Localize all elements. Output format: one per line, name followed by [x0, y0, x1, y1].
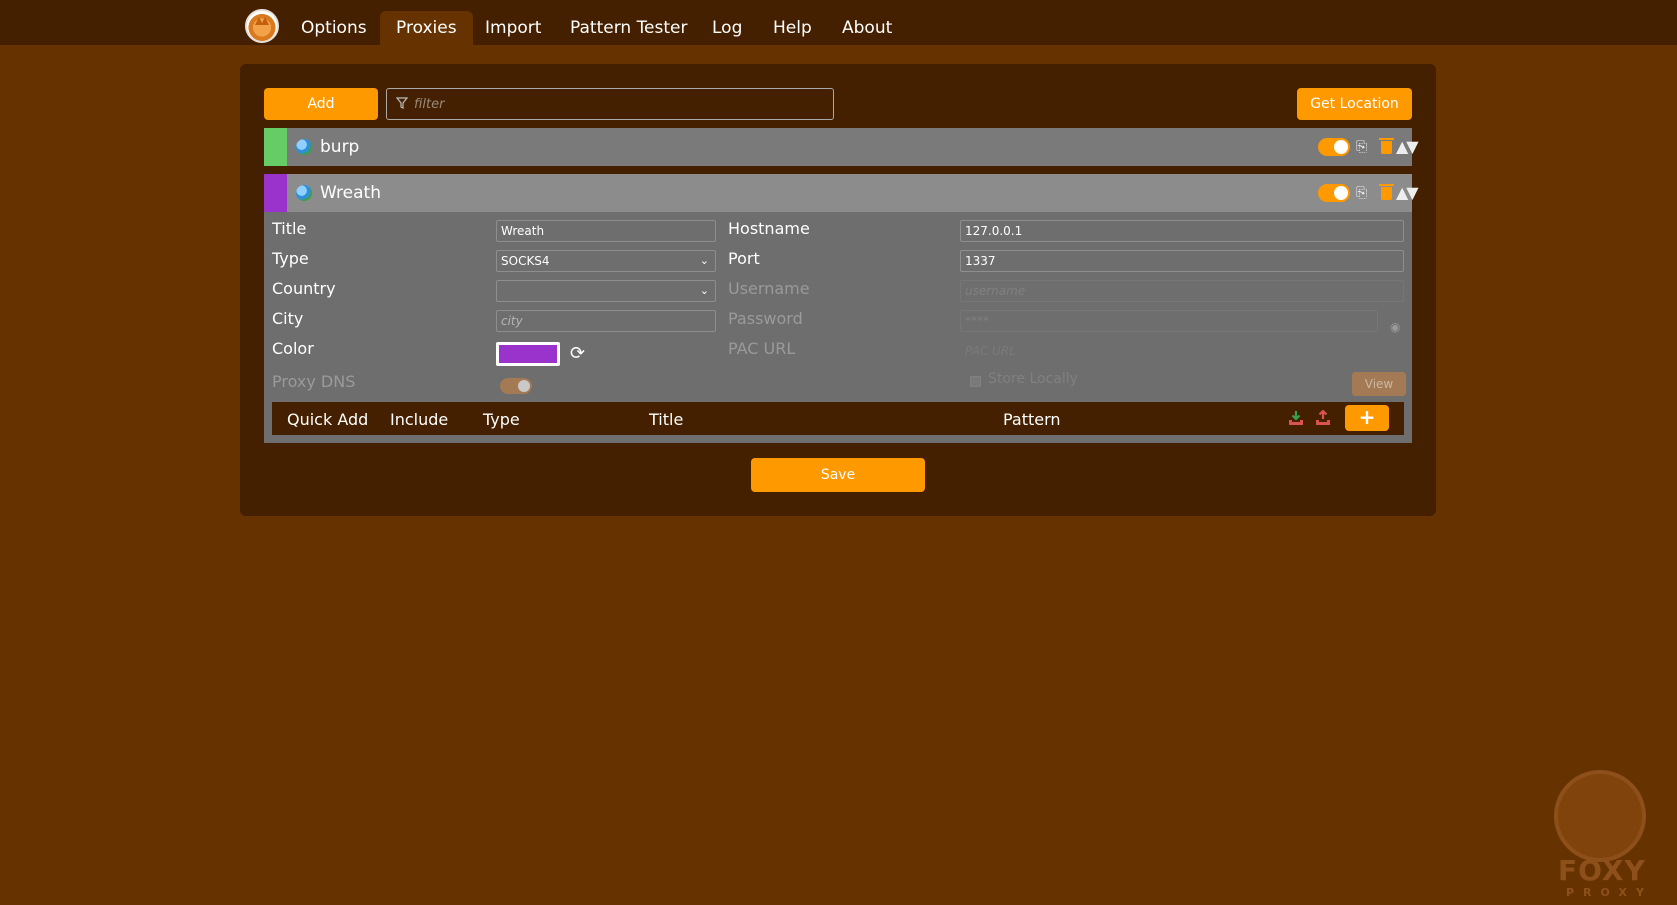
chevron-down-icon: ⌄: [699, 254, 709, 267]
patterns-header: Quick Add Include Type Title Pattern +: [272, 402, 1404, 435]
type-select[interactable]: SOCKS4 ⌄: [496, 250, 716, 272]
pac-url-input[interactable]: PAC URL: [960, 340, 1404, 362]
quick-add-header: Quick Add: [287, 410, 369, 429]
foxyproxy-watermark: FOXY PROXY: [1548, 768, 1658, 899]
duplicate-icon[interactable]: ⎘: [1356, 185, 1367, 201]
proxy-dns-label: Proxy DNS: [272, 372, 356, 391]
proxy-header-wreath[interactable]: Wreath ⎘ ▲▼: [264, 174, 1419, 212]
password-input[interactable]: ****: [960, 310, 1378, 332]
proxy-item: Wreath ⎘ ▲▼ Title Wreath Type SOCKS4 ⌄ C…: [264, 174, 1419, 443]
title-input[interactable]: Wreath: [496, 220, 716, 242]
globe-icon: [296, 185, 312, 201]
view-pac-button[interactable]: View: [1352, 372, 1406, 396]
city-input[interactable]: city: [496, 310, 716, 332]
foxyproxy-logo-icon: [245, 9, 279, 43]
password-label: Password: [728, 309, 803, 328]
fox-logo-icon: [1554, 770, 1646, 862]
export-patterns-icon[interactable]: [1315, 410, 1331, 426]
port-label: Port: [728, 249, 760, 268]
store-locally-checkbox[interactable]: [970, 376, 981, 387]
proxy-color-bar: [264, 128, 287, 166]
tab-log[interactable]: Log: [696, 11, 758, 45]
store-locally-label: Store Locally: [988, 371, 1078, 387]
chevron-down-icon: ⌄: [699, 284, 709, 297]
tab-help[interactable]: Help: [757, 11, 828, 45]
tab-import[interactable]: Import: [469, 11, 557, 45]
pattern-header: Pattern: [1003, 410, 1061, 429]
tab-proxies[interactable]: Proxies: [380, 11, 473, 45]
proxy-header-burp[interactable]: burp ⎘ ▲▼: [264, 128, 1419, 166]
save-button[interactable]: Save: [751, 458, 925, 492]
add-proxy-button[interactable]: Add: [264, 88, 378, 120]
move-up-down-icon[interactable]: ▲▼: [1396, 137, 1419, 156]
tab-about[interactable]: About: [826, 11, 908, 45]
proxy-dns-toggle[interactable]: [500, 378, 532, 394]
duplicate-icon[interactable]: ⎘: [1356, 139, 1367, 155]
delete-icon[interactable]: [1379, 184, 1394, 200]
tab-pattern-tester[interactable]: Pattern Tester: [554, 11, 704, 45]
username-label: Username: [728, 279, 810, 298]
country-label: Country: [272, 279, 336, 298]
filter-icon: [396, 97, 408, 109]
port-input[interactable]: 1337: [960, 250, 1404, 272]
watermark-sub: PROXY: [1566, 886, 1653, 899]
hostname-label: Hostname: [728, 219, 810, 238]
proxy-title: burp: [320, 137, 360, 157]
pac-url-label: PAC URL: [728, 339, 796, 358]
type-header: Type: [483, 410, 520, 429]
top-nav: Options Proxies Import Pattern Tester Lo…: [0, 0, 1677, 45]
filter-placeholder: filter: [414, 97, 445, 112]
move-up-down-icon[interactable]: ▲▼: [1396, 183, 1419, 202]
color-picker[interactable]: [496, 342, 560, 366]
proxy-editor: Title Wreath Type SOCKS4 ⌄ Country ⌄ Cit…: [264, 212, 1412, 443]
hostname-input[interactable]: 127.0.0.1: [960, 220, 1404, 242]
proxy-color-bar: [264, 174, 287, 212]
proxy-enable-toggle[interactable]: [1318, 138, 1350, 156]
watermark-brand: FOXY: [1558, 854, 1646, 887]
type-label: Type: [272, 249, 309, 268]
get-location-button[interactable]: Get Location: [1297, 88, 1412, 120]
country-select[interactable]: ⌄: [496, 280, 716, 302]
import-patterns-icon[interactable]: [1288, 410, 1304, 426]
type-select-value: SOCKS4: [501, 254, 550, 268]
username-input[interactable]: username: [960, 280, 1404, 302]
title-label: Title: [272, 219, 307, 238]
title-header: Title: [649, 410, 684, 429]
city-label: City: [272, 309, 304, 328]
proxies-panel: Add filter Get Location burp ⎘ ▲▼ Wreath…: [240, 64, 1436, 516]
filter-input[interactable]: filter: [386, 88, 834, 120]
proxy-item: burp ⎘ ▲▼: [264, 128, 1419, 166]
color-label: Color: [272, 339, 314, 358]
globe-icon: [296, 139, 312, 155]
delete-icon[interactable]: [1379, 138, 1394, 154]
proxy-enable-toggle[interactable]: [1318, 184, 1350, 202]
proxy-title: Wreath: [320, 183, 381, 203]
add-pattern-button[interactable]: +: [1345, 405, 1389, 431]
tab-options[interactable]: Options: [285, 11, 383, 45]
show-password-icon[interactable]: ◉: [1390, 320, 1400, 334]
random-color-icon[interactable]: ⟳: [570, 343, 585, 364]
include-header: Include: [390, 410, 449, 429]
